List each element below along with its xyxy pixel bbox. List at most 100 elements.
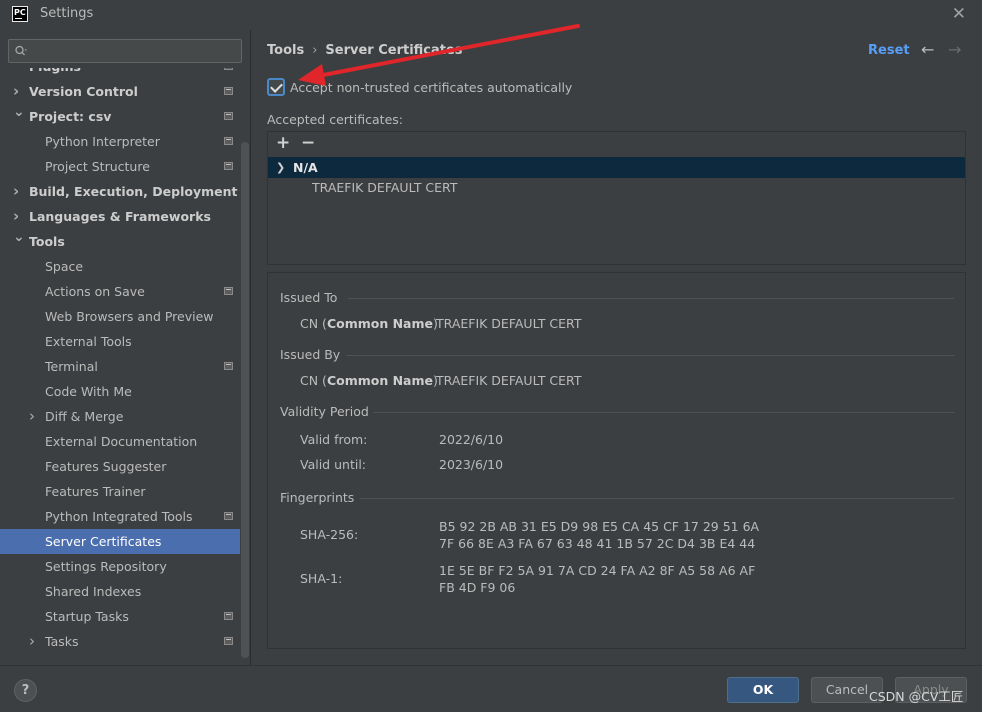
breadcrumb-current: Server Certificates: [325, 43, 463, 58]
issued-to-cn-value: TRAEFIK DEFAULT CERT: [436, 316, 582, 331]
search-input[interactable]: [8, 39, 242, 63]
valid-from-label: Valid from:: [300, 432, 368, 447]
sidebar-item[interactable]: Startup Tasks: [0, 604, 240, 629]
sidebar-item-label: Python Integrated Tools: [45, 509, 193, 524]
accept-untrusted-checkbox[interactable]: [267, 78, 285, 96]
close-icon[interactable]: ✕: [952, 4, 966, 24]
sidebar-item-label: Plugins: [29, 68, 81, 79]
sha256-value: B5 92 2B AB 31 E5 D9 98 E5 CA 45 CF 17 2…: [439, 518, 759, 552]
sidebar-item[interactable]: ⌄ Tools: [0, 229, 240, 254]
sha256-line: 7F 66 8E A3 FA 67 63 48 41 1B 57 2C D4 3…: [439, 536, 756, 551]
sidebar-item[interactable]: Space: [0, 254, 240, 279]
sidebar-item-label: Space: [45, 259, 84, 274]
sidebar-item[interactable]: External Documentation: [0, 429, 240, 454]
sidebar-item[interactable]: › Diff & Merge: [0, 404, 240, 429]
back-arrow-icon[interactable]: ←: [921, 40, 934, 59]
sidebar-item-label: Languages & Frameworks: [29, 209, 211, 224]
chevron-right-icon[interactable]: ›: [13, 179, 19, 204]
sidebar-item[interactable]: Web Browsers and Preview: [0, 304, 240, 329]
sidebar-item-label: Version Control: [29, 84, 138, 99]
sidebar-item-label: Settings Repository: [45, 559, 167, 574]
sidebar-item[interactable]: Actions on Save: [0, 279, 240, 304]
sidebar-item-label: Tools: [29, 234, 65, 249]
sidebar-item[interactable]: Python Interpreter: [0, 129, 240, 154]
cert-row[interactable]: TRAEFIK DEFAULT CERT: [268, 178, 965, 198]
settings-tree: Plugins›Version Control⌄Project: csvPyth…: [0, 68, 240, 665]
remove-icon[interactable]: −: [301, 133, 315, 153]
accepted-certificates-label: Accepted certificates:: [267, 112, 403, 127]
title-bar: PC Settings ✕: [0, 0, 982, 30]
sidebar-item-label: Features Suggester: [45, 459, 167, 474]
pycharm-logo-icon: PC: [12, 6, 28, 22]
project-settings-icon: [224, 87, 233, 95]
sha1-value: 1E 5E BF F2 5A 91 7A CD 24 FA A2 8F A5 5…: [439, 562, 755, 596]
sha1-label: SHA-1:: [300, 571, 343, 586]
project-settings-icon: [224, 512, 233, 520]
chevron-right-icon[interactable]: ›: [29, 629, 35, 654]
sidebar-item[interactable]: Plugins: [0, 68, 240, 79]
sidebar-item[interactable]: ⌄ Project: csv: [0, 104, 240, 129]
window-title: Settings: [40, 6, 94, 21]
dialog-footer: ? OK Cancel Apply CSDN @CV工匠: [0, 665, 982, 712]
cert-list-toolbar: + −: [268, 132, 965, 156]
sidebar-item[interactable]: Features Trainer: [0, 479, 240, 504]
sidebar-item[interactable]: Project Structure: [0, 154, 240, 179]
sidebar-item[interactable]: › Build, Execution, Deployment: [0, 179, 240, 204]
issued-by-title: Issued By: [280, 347, 341, 362]
chevron-right-icon[interactable]: ›: [29, 404, 35, 429]
fingerprints-title: Fingerprints: [280, 490, 355, 505]
breadcrumb: Tools › Server Certificates: [267, 43, 463, 58]
project-settings-icon: [224, 68, 233, 70]
sidebar-item-label: Features Trainer: [45, 484, 146, 499]
sidebar-item-label: Code With Me: [45, 384, 132, 399]
sidebar-scrollbar[interactable]: [241, 142, 249, 658]
ok-button[interactable]: OK: [727, 677, 799, 703]
sidebar-item[interactable]: › Version Control: [0, 79, 240, 104]
project-settings-icon: [224, 162, 233, 170]
sidebar-item[interactable]: Server Certificates: [0, 529, 240, 554]
sidebar-item[interactable]: Shared Indexes: [0, 579, 240, 604]
cert-group-label: N/A: [293, 160, 318, 175]
sidebar-item-label: Actions on Save: [45, 284, 145, 299]
project-settings-icon: [224, 612, 233, 620]
divider: [360, 498, 954, 499]
settings-sidebar: Plugins›Version Control⌄Project: csvPyth…: [0, 30, 251, 665]
settings-content: Tools › Server Certificates Reset ← → Acce…: [251, 30, 982, 665]
sidebar-item[interactable]: Features Suggester: [0, 454, 240, 479]
sidebar-item[interactable]: › Languages & Frameworks: [0, 204, 240, 229]
forward-arrow-icon[interactable]: →: [948, 40, 961, 59]
sidebar-item[interactable]: Settings Repository: [0, 554, 240, 579]
sidebar-item[interactable]: › Tasks: [0, 629, 240, 654]
chevron-down-icon[interactable]: ⌄: [13, 225, 25, 250]
breadcrumb-parent[interactable]: Tools: [267, 43, 304, 58]
add-icon[interactable]: +: [276, 133, 290, 153]
sidebar-item-label: Python Interpreter: [45, 134, 160, 149]
validity-title: Validity Period: [280, 404, 369, 419]
accept-untrusted-label[interactable]: Accept non-trusted certificates automati…: [290, 80, 572, 95]
sidebar-item-label: Project: csv: [29, 109, 112, 124]
divider: [374, 412, 954, 413]
issued-to-title: Issued To: [280, 290, 338, 305]
chevron-down-icon[interactable]: ❯: [276, 157, 285, 178]
sidebar-item[interactable]: External Tools: [0, 329, 240, 354]
search-icon: [15, 45, 27, 56]
sidebar-item[interactable]: Code With Me: [0, 379, 240, 404]
sidebar-item-label: Shared Indexes: [45, 584, 142, 599]
accepted-certificates-list: + − ❯ N/A TRAEFIK DEFAULT CERT: [267, 131, 966, 265]
sha1-line: 1E 5E BF F2 5A 91 7A CD 24 FA A2 8F A5 5…: [439, 563, 756, 578]
cert-group-row[interactable]: ❯ N/A: [268, 157, 965, 178]
sidebar-item-label: Startup Tasks: [45, 609, 129, 624]
app-icon-text: PC: [14, 8, 26, 17]
sidebar-item-label: Web Browsers and Preview: [45, 309, 214, 324]
cert-row-label: TRAEFIK DEFAULT CERT: [312, 180, 458, 195]
sha256-line: B5 92 2B AB 31 E5 D9 98 E5 CA 45 CF 17 2…: [439, 519, 760, 534]
sidebar-item[interactable]: Python Integrated Tools: [0, 504, 240, 529]
project-settings-icon: [224, 637, 233, 645]
chevron-down-icon[interactable]: ⌄: [13, 100, 25, 125]
help-button[interactable]: ?: [14, 679, 37, 702]
sidebar-item-label: External Tools: [45, 334, 132, 349]
accept-untrusted-option[interactable]: Accept non-trusted certificates automati…: [267, 78, 572, 96]
sidebar-item[interactable]: Terminal: [0, 354, 240, 379]
reset-link[interactable]: Reset: [868, 43, 910, 58]
sidebar-item-label: External Documentation: [45, 434, 198, 449]
